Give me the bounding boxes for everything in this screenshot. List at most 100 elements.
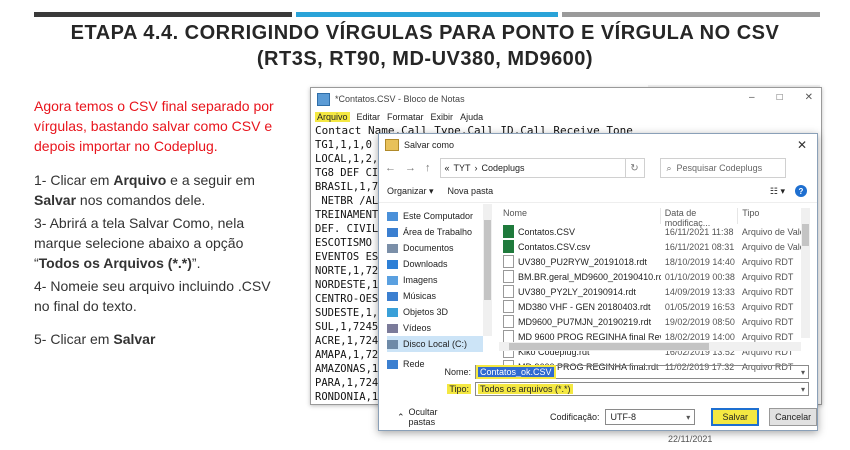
intro-text: Agora temos o CSV final separado por vír… [34, 98, 274, 154]
file-name-cell: MD9600_PU7MJN_20190219.rdt [499, 315, 661, 328]
navigation-scrollbar[interactable] [483, 204, 492, 336]
file-row[interactable]: UV380_PU2RYW_20191018.rdt 18/10/2019 14:4… [499, 254, 801, 269]
help-icon[interactable]: ? [795, 185, 807, 197]
location-icon [387, 243, 398, 253]
step-1: 1- Clicar em Arquivo e a seguir em Salva… [34, 172, 255, 208]
minimize-button[interactable]: – [749, 92, 755, 103]
filetype-label: Tipo: [447, 384, 471, 394]
save-as-dialog: Salvar como ✕ ← → ↑ « TYT › Codeplugs ↻ … [378, 133, 818, 431]
address-bar[interactable]: « TYT › Codeplugs [439, 158, 626, 178]
sidebar-item-label: Músicas [403, 291, 437, 301]
sidebar-item[interactable]: Músicas [387, 288, 483, 304]
file-row[interactable]: MD380 VHF - GEN 20180403.rdt 01/05/2019 1… [499, 299, 801, 314]
filename-input[interactable]: Contatos_ok.CSV ▾ [475, 365, 809, 379]
sidebar-item-label: Disco Local (C:) [403, 339, 468, 349]
chevron-down-icon: ▾ [686, 412, 691, 422]
file-type-cell: Arquivo RDT [741, 301, 794, 312]
close-button[interactable]: ✕ [805, 92, 813, 103]
dialog-close-button[interactable]: ✕ [797, 138, 807, 152]
encoding-label: Codificação: [549, 412, 600, 422]
dialog-body: Este Computador Área de Trabalho Documento… [379, 204, 817, 373]
up-arrow-icon[interactable]: ↑ [425, 162, 431, 174]
sidebar-item[interactable]: Área de Trabalho [387, 224, 483, 240]
path-segment-tyt[interactable]: TYT [454, 163, 471, 173]
file-date-cell: 14/09/2019 13:33 [664, 286, 735, 297]
cancel-button[interactable]: Cancelar [769, 408, 817, 426]
slide-title: ETAPA 4.4. CORRIGINDO VÍRGULAS PARA PONT… [70, 22, 780, 44]
back-arrow-icon[interactable]: ← [385, 162, 396, 174]
location-icon [387, 211, 398, 221]
menu-exibir[interactable]: Exibir [431, 112, 454, 122]
file-date-cell: 16/11/2021 11:38 [664, 226, 734, 237]
column-type[interactable]: Tipo [737, 208, 801, 224]
file-list-header: Nome Data de modificaç... Tipo [499, 208, 801, 228]
chevron-down-icon[interactable]: ▾ [801, 385, 805, 394]
location-icon [387, 227, 398, 237]
step-5: 5- Clicar em Salvar [34, 331, 156, 347]
horizontal-scrollbar[interactable] [499, 342, 801, 351]
sidebar-item-label: Vídeos [403, 323, 432, 333]
csv-file-icon [503, 240, 514, 253]
menu-ajuda[interactable]: Ajuda [460, 112, 483, 122]
file-icon [503, 285, 514, 298]
sidebar-item[interactable]: Documentos [387, 240, 483, 256]
filetype-select[interactable]: Todos os arquivos (*.*) ▾ [475, 382, 809, 396]
menu-formatar[interactable]: Formatar [387, 112, 424, 122]
file-name-cell: UV380_PY2LY_20190914.rdt [499, 285, 661, 298]
file-row[interactable]: Contatos.CSV.csv 16/11/2021 08:31 Arquivo … [499, 239, 801, 254]
file-date-cell: 16/11/2021 08:31 [664, 241, 735, 252]
sidebar-item-label: Este Computador [403, 211, 474, 221]
notepad-icon [317, 92, 330, 106]
dialog-footer: ⌃ Ocultar pastas Codificação: UTF-8 ▾ Sa… [379, 406, 817, 428]
sidebar-item-label: Área de Trabalho [403, 227, 473, 237]
save-button[interactable]: Salvar [711, 408, 760, 426]
folder-icon [385, 139, 399, 151]
sidebar-item-label: Downloads [403, 259, 448, 269]
menu-editar[interactable]: Editar [357, 112, 381, 122]
step-3: 3- Abrirá a tela Salvar Como, nela marqu… [34, 215, 245, 271]
file-row[interactable]: MD9600_PU7MJN_20190219.rdt 19/02/2019 08:… [499, 314, 801, 329]
sidebar-item[interactable]: Vídeos [387, 320, 483, 336]
path-segment-codeplugs[interactable]: Codeplugs [482, 163, 525, 173]
dialog-navbar: ← → ↑ « TYT › Codeplugs ↻ ⌕ Pesquisar Co… [379, 156, 817, 180]
search-input[interactable]: ⌕ Pesquisar Codeplugs [659, 158, 786, 178]
file-icon [503, 315, 514, 328]
slide-date: 22/11/2021 [668, 434, 713, 444]
sidebar-item[interactable]: Disco Local (C:) [387, 336, 483, 352]
file-type-cell: Arquivo RDT [741, 286, 794, 297]
hide-folders-toggle[interactable]: ⌃ Ocultar pastas [397, 407, 450, 427]
column-name[interactable]: Nome [499, 208, 660, 224]
column-date[interactable]: Data de modificaç... [659, 208, 737, 228]
file-row[interactable]: BM.BR.geral_MD9600_20190410.rdt 01/10/201… [499, 269, 801, 284]
organize-button[interactable]: Organizar ▾ [387, 186, 434, 197]
chevron-down-icon[interactable]: ▾ [801, 368, 805, 377]
view-options-icon[interactable]: ☷ ▾ [770, 186, 785, 197]
sidebar-item[interactable]: Imagens [387, 272, 483, 288]
file-list-scrollbar[interactable] [801, 208, 810, 338]
top-bar-blue [296, 12, 558, 17]
sidebar-item[interactable]: Downloads [387, 256, 483, 272]
encoding-select[interactable]: UTF-8 ▾ [605, 409, 696, 425]
menu-arquivo[interactable]: Arquivo [315, 112, 350, 122]
location-icon [387, 339, 398, 349]
file-row[interactable]: Contatos.CSV 16/11/2021 11:38 Arquivo de V… [499, 224, 801, 239]
file-date-cell: 18/10/2019 14:40 [664, 256, 735, 267]
sidebar-item-label: Objetos 3D [403, 307, 449, 317]
dialog-toolbar: Organizar ▾ Nova pasta ☷ ▾ ? [379, 180, 817, 203]
sidebar-item[interactable]: Objetos 3D [387, 304, 483, 320]
new-folder-button[interactable]: Nova pasta [448, 186, 494, 196]
file-icon [503, 300, 514, 313]
file-type-cell: Arquivo RDT [741, 316, 794, 327]
file-date-cell: 18/02/2019 14:00 [664, 331, 735, 342]
file-type-cell: Arquivo de Valores [741, 226, 801, 237]
forward-arrow-icon[interactable]: → [405, 162, 416, 174]
notepad-titlebar: *Contatos.CSV - Bloco de Notas – □ ✕ [311, 88, 821, 110]
sidebar-item[interactable]: Este Computador [387, 208, 483, 224]
refresh-icon[interactable]: ↻ [624, 158, 645, 178]
filename-label: Nome: [444, 367, 471, 377]
file-row[interactable]: UV380_PY2LY_20190914.rdt 14/09/2019 13:33… [499, 284, 801, 299]
maximize-button[interactable]: □ [777, 92, 783, 103]
file-name-cell: UV380_PU2RYW_20191018.rdt [499, 255, 661, 268]
search-icon: ⌕ [666, 162, 672, 173]
filetype-row: Tipo: Todos os arquivos (*.*) ▾ [379, 381, 817, 397]
